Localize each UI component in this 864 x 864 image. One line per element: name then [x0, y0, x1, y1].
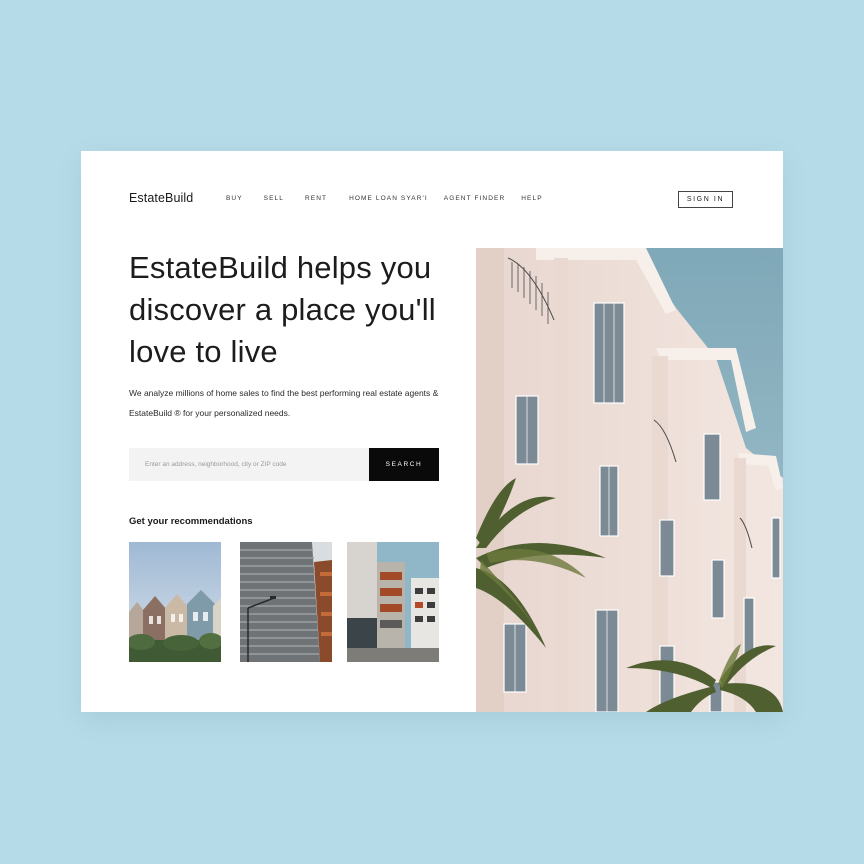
landing-card: EstateBuild BUY SELL RENT HOME LOAN SYAR…: [81, 151, 783, 712]
nav-buy[interactable]: BUY: [226, 195, 243, 202]
recommendation-card-apartments[interactable]: [347, 542, 439, 662]
recommendation-card-victorian-houses[interactable]: [129, 542, 221, 662]
recommendation-card-tower[interactable]: [240, 542, 332, 662]
logo[interactable]: EstateBuild: [129, 191, 193, 205]
victorian-houses-photo: [129, 542, 221, 662]
apartments-photo: [347, 542, 439, 662]
hero-building-photo: [476, 248, 783, 712]
building-image: [476, 248, 783, 712]
nav-sell[interactable]: SELL: [264, 195, 284, 202]
tower-facade-photo: [240, 542, 332, 662]
nav-home-loan[interactable]: HOME LOAN SYAR'I: [349, 195, 428, 202]
hero-subtitle: We analyze millions of home sales to fin…: [129, 388, 439, 418]
recommendations-title: Get your recommendations: [129, 516, 253, 527]
nav-help[interactable]: HELP: [521, 195, 542, 202]
nav-rent[interactable]: RENT: [305, 195, 327, 202]
sign-in-button[interactable]: SIGN IN: [678, 191, 733, 208]
search-input[interactable]: [129, 448, 369, 481]
search-button[interactable]: SEARCH: [369, 448, 439, 481]
main-nav: BUY SELL RENT HOME LOAN SYAR'I AGENT FIN…: [226, 195, 561, 202]
search-bar: SEARCH: [129, 448, 439, 481]
nav-agent-finder[interactable]: AGENT FINDER: [444, 195, 505, 202]
hero-headline: EstateBuild helps you discover a place y…: [129, 250, 436, 369]
